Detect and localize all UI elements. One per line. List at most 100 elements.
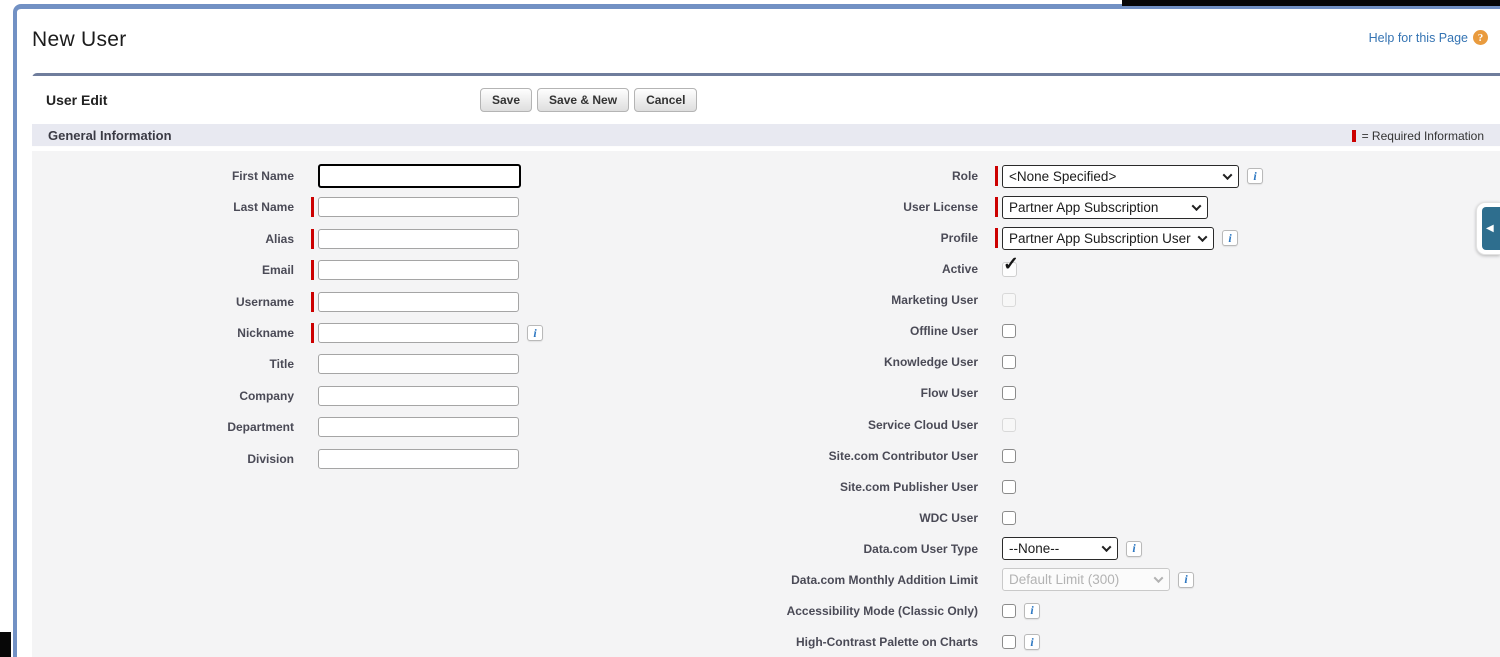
required-marker — [311, 292, 314, 312]
company-required-area — [294, 385, 318, 407]
sitecom-publisher-label: Site.com Publisher User — [700, 480, 978, 494]
sitecom-contributor-label: Site.com Contributor User — [700, 449, 978, 463]
role-label: Role — [700, 169, 978, 183]
sitecom-publisher-checkbox[interactable] — [1002, 480, 1016, 494]
user-license-selected-value: Partner App Subscription — [1009, 200, 1158, 215]
datacom-monthly-limit-required-area — [978, 569, 1002, 591]
profile-label: Profile — [700, 231, 978, 245]
service-cloud-user-required-area — [978, 414, 1002, 436]
field-row-service-cloud-user: Service Cloud User — [700, 412, 1016, 438]
info-icon[interactable]: i — [1126, 541, 1142, 557]
offline-user-required-area — [978, 320, 1002, 342]
nickname-input[interactable] — [318, 323, 519, 343]
title-required-area — [294, 353, 318, 375]
help-link[interactable]: Help for this Page ? — [1369, 30, 1488, 45]
user-edit-panel: User Edit Save Save & New Cancel General… — [32, 73, 1500, 657]
info-icon[interactable]: i — [527, 325, 543, 341]
field-row-marketing-user: Marketing User — [700, 287, 1016, 313]
division-required-area — [294, 448, 318, 470]
panel-title: User Edit — [46, 92, 107, 108]
chevron-down-icon — [1154, 574, 1164, 584]
panel-header: User Edit Save Save & New Cancel — [32, 76, 1500, 124]
required-marker — [995, 166, 998, 186]
field-row-datacom-user-type: Data.com User Type --None-- i — [700, 536, 1142, 562]
knowledge-user-label: Knowledge User — [700, 355, 978, 369]
save-button[interactable]: Save — [480, 88, 532, 112]
info-icon[interactable]: i — [1178, 572, 1194, 588]
role-select[interactable]: <None Specified> — [1002, 165, 1239, 188]
company-label: Company — [32, 389, 294, 403]
collapse-sidebar-tab[interactable]: ◀ — [1476, 202, 1500, 255]
cancel-button[interactable]: Cancel — [634, 88, 697, 112]
first-name-input[interactable] — [318, 164, 521, 188]
user-license-select[interactable]: Partner App Subscription — [1002, 196, 1208, 219]
bottom-left-black-bar — [0, 632, 11, 657]
last-name-input[interactable] — [318, 197, 519, 217]
required-marker — [311, 197, 314, 217]
datacom-user-type-required-area — [978, 538, 1002, 560]
required-marker — [995, 228, 998, 248]
info-icon[interactable]: i — [1024, 634, 1040, 650]
sitecom-contributor-checkbox[interactable] — [1002, 449, 1016, 463]
marketing-user-required-area — [978, 289, 1002, 311]
field-row-first-name: First Name — [32, 163, 521, 189]
flow-user-required-area — [978, 382, 1002, 404]
first-name-required-area — [294, 165, 318, 187]
required-marker — [311, 229, 314, 249]
username-label: Username — [32, 295, 294, 309]
collapse-sidebar-tab-body[interactable]: ◀ — [1482, 207, 1500, 250]
required-marker — [311, 260, 314, 280]
alias-input[interactable] — [318, 229, 519, 249]
user-license-required-area — [978, 196, 1002, 218]
info-icon[interactable]: i — [1024, 603, 1040, 619]
page-content: New User Help for this Page ? User Edit … — [17, 9, 1500, 657]
email-label: Email — [32, 263, 294, 277]
field-row-nickname: Nicknamei — [32, 320, 543, 346]
general-information-header: General Information = Required Informati… — [32, 124, 1500, 147]
active-checkbox[interactable]: ✓ — [1002, 262, 1017, 277]
high-contrast-charts-checkbox[interactable] — [1002, 635, 1016, 649]
top-right-black-bar — [1122, 0, 1500, 6]
field-row-sitecom-contributor: Site.com Contributor User — [700, 443, 1016, 469]
username-required-area — [294, 291, 318, 313]
user-license-label: User License — [700, 200, 978, 214]
wdc-user-checkbox[interactable] — [1002, 511, 1016, 525]
field-row-email: Email — [32, 257, 519, 283]
division-input[interactable] — [318, 449, 519, 469]
field-row-flow-user: Flow User — [700, 380, 1016, 406]
datacom-monthly-limit-select: Default Limit (300) — [1002, 568, 1170, 591]
datacom-user-type-label: Data.com User Type — [700, 542, 978, 556]
sitecom-contributor-required-area — [978, 445, 1002, 467]
datacom-user-type-selected-value: --None-- — [1009, 541, 1059, 556]
title-input[interactable] — [318, 354, 519, 374]
field-row-last-name: Last Name — [32, 194, 519, 220]
active-label: Active — [700, 262, 978, 276]
chevron-down-icon — [1192, 201, 1202, 211]
email-input[interactable] — [318, 260, 519, 280]
department-input[interactable] — [318, 417, 519, 437]
accessibility-mode-checkbox[interactable] — [1002, 604, 1016, 618]
field-row-department: Department — [32, 414, 519, 440]
company-input[interactable] — [318, 386, 519, 406]
wdc-user-label: WDC User — [700, 511, 978, 525]
profile-select[interactable]: Partner App Subscription User — [1002, 227, 1214, 250]
knowledge-user-checkbox[interactable] — [1002, 355, 1016, 369]
high-contrast-charts-label: High-Contrast Palette on Charts — [700, 635, 978, 649]
info-icon[interactable]: i — [1247, 168, 1263, 184]
username-input[interactable] — [318, 292, 519, 312]
offline-user-checkbox[interactable] — [1002, 324, 1016, 338]
help-icon[interactable]: ? — [1473, 30, 1488, 45]
collapse-arrow-icon: ◀ — [1486, 223, 1494, 234]
field-row-wdc-user: WDC User — [700, 505, 1016, 531]
info-icon[interactable]: i — [1222, 230, 1238, 246]
required-marker — [311, 323, 314, 343]
datacom-user-type-select[interactable]: --None-- — [1002, 537, 1118, 560]
accessibility-mode-label: Accessibility Mode (Classic Only) — [700, 604, 978, 618]
flow-user-checkbox[interactable] — [1002, 386, 1016, 400]
field-row-alias: Alias — [32, 226, 519, 252]
chevron-down-icon — [1198, 232, 1208, 242]
service-cloud-user-label: Service Cloud User — [700, 418, 978, 432]
flow-user-label: Flow User — [700, 386, 978, 400]
field-row-title: Title — [32, 351, 519, 377]
save-and-new-button[interactable]: Save & New — [537, 88, 629, 112]
